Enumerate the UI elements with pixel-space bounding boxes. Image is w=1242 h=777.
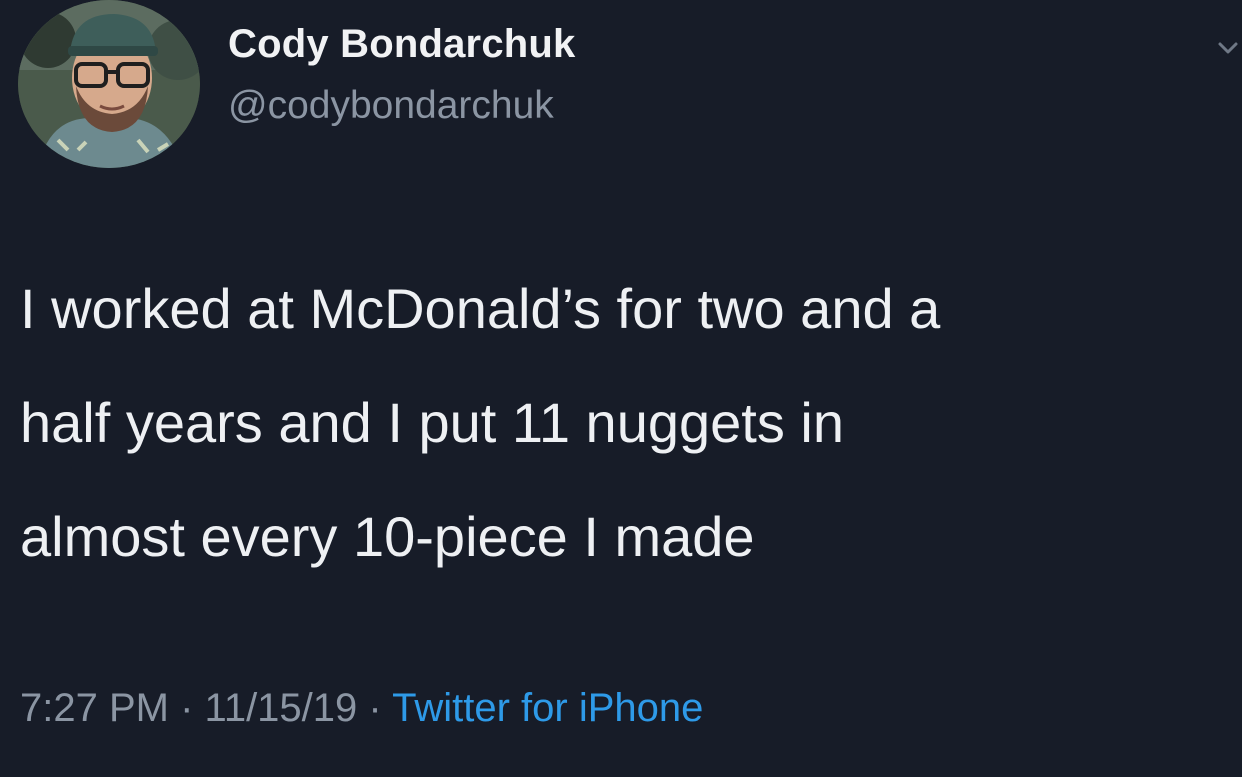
meta-separator: · [368, 686, 382, 730]
tweet-text-line: almost every 10-piece I made [20, 505, 755, 568]
user-handle[interactable]: @codybondarchuk [228, 84, 554, 128]
tweet-meta: 7:27 PM · 11/15/19 · Twitter for iPhone [20, 686, 703, 731]
display-name[interactable]: Cody Bondarchuk [228, 22, 575, 67]
tweet-text: I worked at McDonald’s for two and a hal… [20, 252, 1220, 594]
tweet-date[interactable]: 11/15/19 [205, 686, 358, 730]
meta-separator: · [180, 686, 194, 730]
avatar-photo [18, 0, 200, 168]
tweet-source-link[interactable]: Twitter for iPhone [392, 686, 703, 730]
tweet-text-line: I worked at McDonald’s for two and a [20, 277, 941, 340]
tweet-text-line: half years and I put 11 nuggets in [20, 391, 844, 454]
chevron-down-icon[interactable] [1212, 28, 1242, 68]
tweet-card: Cody Bondarchuk @codybondarchuk I worked… [0, 0, 1242, 777]
tweet-time[interactable]: 7:27 PM [20, 686, 169, 730]
avatar[interactable] [18, 0, 200, 168]
